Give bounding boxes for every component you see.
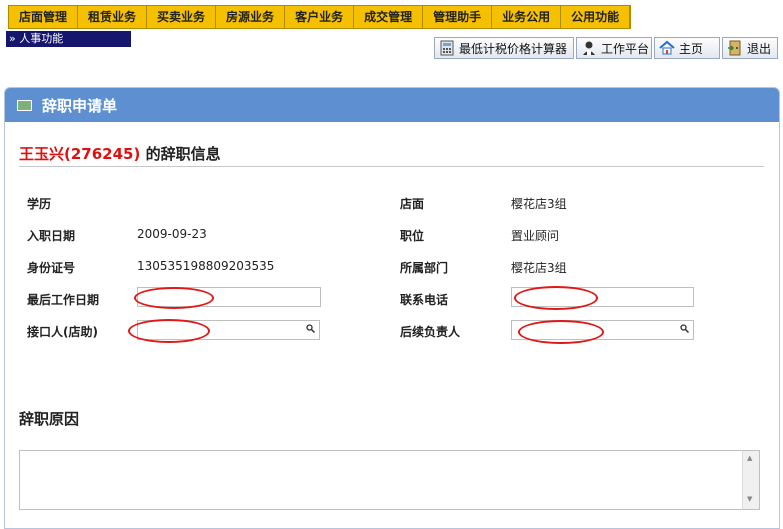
logout-label: 退出 [747,41,772,56]
tax-calculator-label: 最低计税价格计算器 [459,41,568,56]
textarea-scrollbar[interactable]: ▲ ▼ [742,451,759,509]
id-number-value: 130535198809203535 [137,259,275,273]
followup-input[interactable] [511,320,694,340]
workbench-label: 工作平台 [601,41,650,56]
exit-door-icon [727,40,743,56]
phone-label: 联系电话 [400,293,449,307]
top-menu-bar: 店面管理 租赁业务 买卖业务 房源业务 客户业务 成交管理 管理助手 业务公用 … [8,5,632,29]
menu-business-common[interactable]: 业务公用 [492,6,562,28]
department-label: 所属部门 [400,261,449,275]
store-label: 店面 [400,197,425,211]
menu-sales[interactable]: 买卖业务 [147,6,217,28]
hire-date-value: 2009-09-23 [137,227,207,241]
menu-deals[interactable]: 成交管理 [354,6,424,28]
home-icon [659,40,675,56]
position-label: 职位 [400,229,425,243]
receiver-input[interactable] [137,320,320,340]
menu-store-management[interactable]: 店面管理 [9,6,79,28]
phone-input[interactable] [511,287,694,307]
education-label: 学历 [27,197,52,211]
search-icon[interactable] [306,324,315,333]
heading-divider [19,166,764,167]
user-icon [581,40,597,56]
search-icon[interactable] [680,324,689,333]
scroll-down-icon[interactable]: ▼ [747,495,752,503]
employee-name: 王玉兴(276245) [19,145,141,163]
tax-calculator-button[interactable]: 最低计税价格计算器 [434,37,574,59]
breadcrumb: » 人事功能 [6,31,131,47]
store-value: 樱花店3组 [511,197,567,211]
panel-title: 辞职申请单 [42,96,118,115]
logout-button[interactable]: 退出 [722,37,778,59]
department-value: 樱花店3组 [511,261,567,275]
hire-date-label: 入职日期 [27,229,76,243]
reason-heading: 辞职原因 [19,410,80,428]
position-value: 置业顾问 [511,229,560,243]
menu-rental[interactable]: 租赁业务 [78,6,148,28]
employee-heading: 王玉兴(276245) 的辞职信息 [19,143,221,164]
menu-customers[interactable]: 客户业务 [285,6,355,28]
panel-collapse-icon[interactable] [17,99,32,111]
menu-management-assistant[interactable]: 管理助手 [423,6,493,28]
last-workday-label: 最后工作日期 [27,293,100,307]
heading-suffix: 的辞职信息 [140,145,221,163]
calculator-icon [439,40,455,56]
last-workday-input[interactable] [137,287,321,307]
receiver-label: 接口人(店助) [27,325,98,339]
home-label: 主页 [679,41,704,56]
id-number-label: 身份证号 [27,261,76,275]
menu-common-functions[interactable]: 公用功能 [561,6,631,28]
home-button[interactable]: 主页 [654,37,720,59]
followup-label: 后续负责人 [400,325,461,339]
reason-textarea[interactable]: ▲ ▼ [19,450,760,510]
scroll-up-icon[interactable]: ▲ [747,454,752,462]
panel-header: 辞职申请单 [5,88,779,122]
menu-listings[interactable]: 房源业务 [216,6,286,28]
workbench-button[interactable]: 工作平台 [576,37,652,59]
